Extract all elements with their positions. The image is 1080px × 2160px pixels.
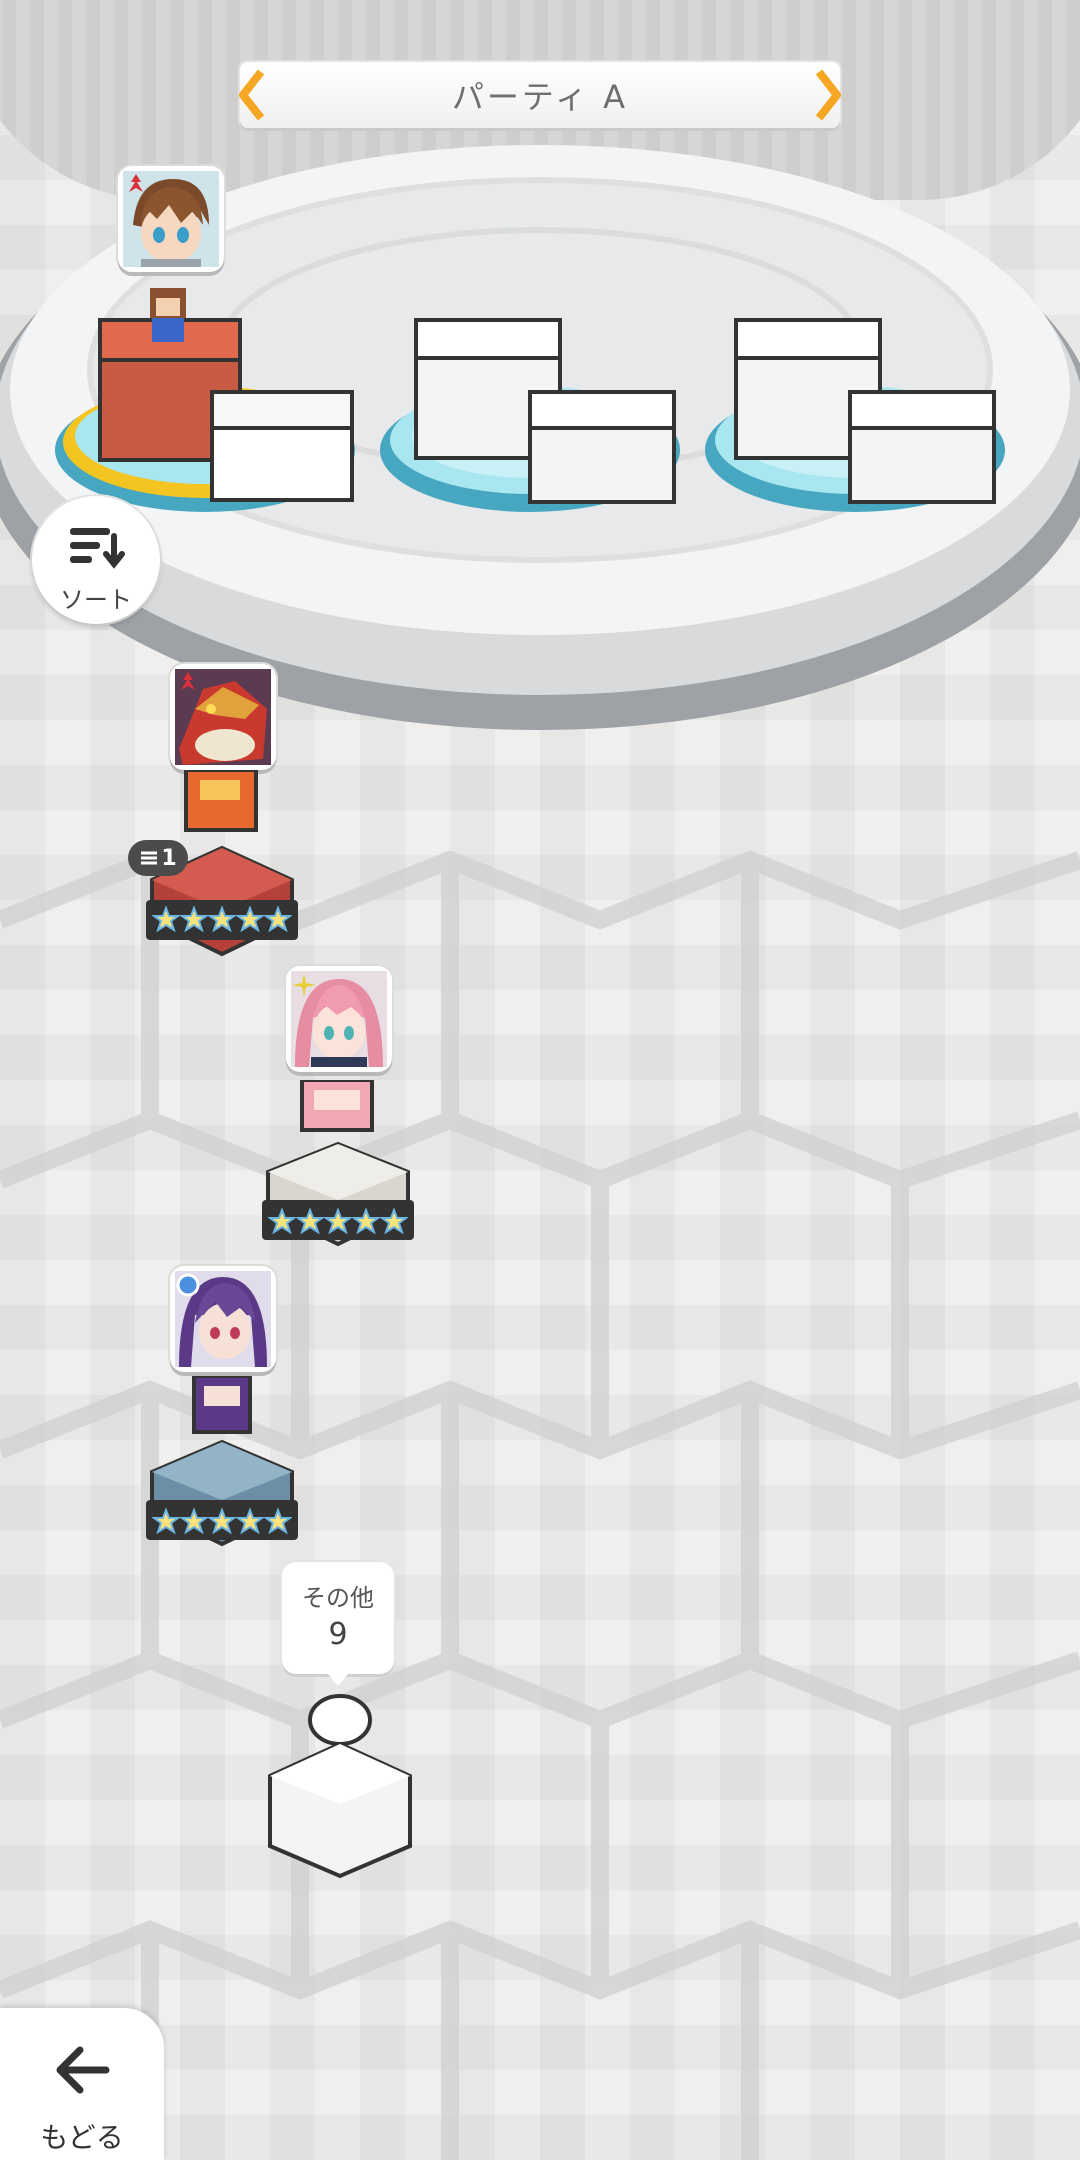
- others-count: 9: [328, 1617, 348, 1652]
- sort-label: ソート: [60, 586, 132, 614]
- others-bubble[interactable]: その他 9: [282, 1562, 394, 1686]
- fire-attribute-icon: [129, 174, 143, 192]
- chevron-left-icon: [239, 69, 265, 121]
- back-button[interactable]: もどる: [0, 2008, 164, 2160]
- arrow-left-icon: [56, 2046, 110, 2094]
- slot-1-sprite: [150, 288, 186, 342]
- member-2-stars: [152, 906, 292, 933]
- duplicate-count: 1: [161, 845, 177, 871]
- sort-icon: [70, 528, 125, 569]
- duplicate-count-badge: 1: [128, 840, 188, 876]
- others-label: その他: [302, 1584, 374, 1612]
- member-4-stars: [152, 1508, 292, 1535]
- member-4-portrait[interactable]: [170, 1266, 276, 1372]
- stack-icon: [141, 851, 158, 865]
- sort-button[interactable]: ソート: [32, 496, 160, 624]
- chevron-right-icon: [815, 69, 841, 121]
- others-pedestal: [268, 1694, 412, 1879]
- water-attribute-icon: [176, 1273, 200, 1297]
- member-3-stars: [268, 1208, 408, 1235]
- member-4-pedestal: [146, 1376, 298, 1547]
- back-label: もどる: [40, 2121, 124, 2154]
- party-next-button[interactable]: [808, 68, 848, 122]
- party-prev-button[interactable]: [232, 68, 272, 122]
- fire-attribute-icon: [181, 672, 195, 690]
- member-1-portrait[interactable]: [118, 166, 224, 272]
- member-2-portrait[interactable]: [170, 664, 276, 770]
- party-selector: パーティ A: [239, 62, 841, 128]
- party-title: パーティ A: [451, 78, 629, 116]
- member-3-portrait[interactable]: [286, 966, 392, 1072]
- light-attribute-icon: [292, 973, 316, 997]
- member-3-pedestal: [262, 1080, 414, 1247]
